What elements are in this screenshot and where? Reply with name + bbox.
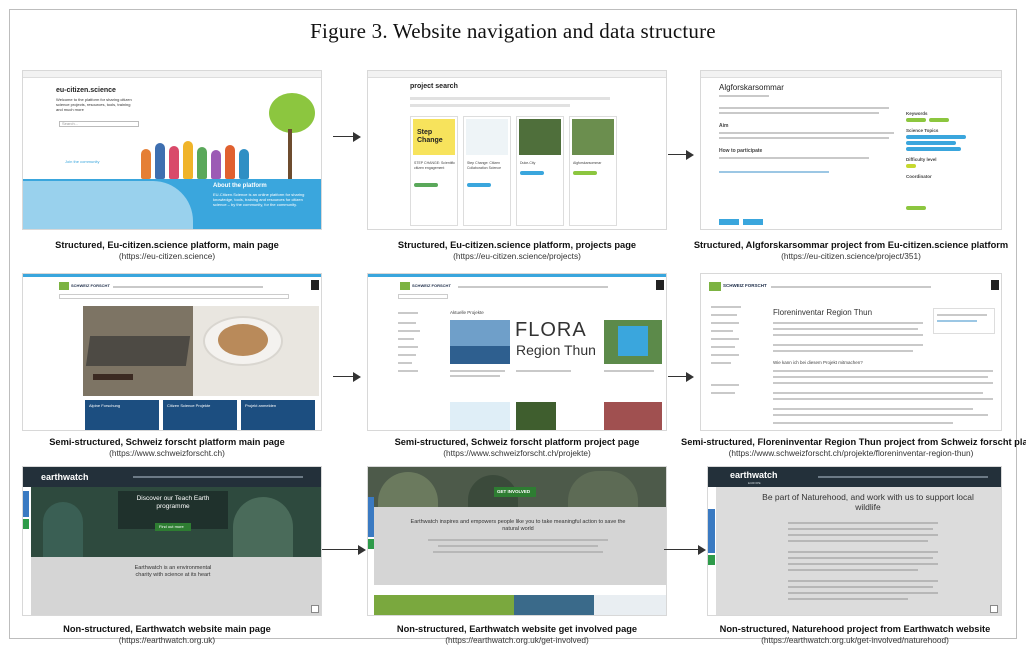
arrow-r3-b (664, 545, 706, 555)
ew-get-involved-body: Earthwatch inspires and empowers people … (410, 519, 626, 532)
eu-heading: Welcome to the platform for sharing citi… (56, 97, 132, 112)
caption-earthwatch-get-involved: Non-structured, Earthwatch website get i… (396, 624, 638, 645)
screenshot-earthwatch-main: earthwatch Discover our Teach Earth prog… (22, 466, 322, 616)
caption-naturehood: Non-structured, Naturehood project from … (719, 624, 991, 645)
screenshot-schweiz-forscht-main: SCHWEIZ FORSCHT Alpine Forschung Citizen… (22, 273, 322, 431)
flora-project-title: Floreninventar Region Thun (773, 308, 873, 317)
caption-schweiz-forscht-projects: Semi-structured, Schweiz forscht platfor… (394, 437, 640, 458)
eu-logo: eu-citizen.science (56, 87, 116, 94)
screenshot-eu-citizen-main: eu-citizen.science Welcome to the platfo… (22, 70, 322, 230)
caption-algforskarsommar: Structured, Algforskarsommar project fro… (693, 240, 1009, 261)
card-step-change-title: Step Change (417, 129, 443, 144)
alg-title: Algforskarsommar (719, 83, 784, 92)
eu-search-hint: Search... (62, 121, 79, 126)
caption-earthwatch-main: Non-structured, Earthwatch website main … (63, 624, 271, 645)
screenshot-schweiz-forscht-projects: SCHWEIZ FORSCHT Aktuelle Projekte FLORA … (367, 273, 667, 431)
caption-schweiz-forscht-main: Semi-structured, Schweiz forscht platfor… (49, 437, 285, 458)
screenshot-algforskarsommar: Algforskarsommar Aim How to participate … (700, 70, 1002, 230)
caption-eu-citizen-projects: Structured, Eu-citizen.science platform,… (397, 240, 637, 261)
eu-about-text: EU-Citizen.Science is an online platform… (213, 192, 305, 207)
screenshot-earthwatch-get-involved: GET INVOLVED Earthwatch inspires and emp… (367, 466, 667, 616)
arrow-r3-a (322, 545, 366, 555)
arrow-r2-a (333, 372, 361, 382)
arrow-r1-b (668, 150, 694, 160)
arrow-r1-a (333, 132, 361, 142)
screenshot-naturehood: earthwatch EUROPE Be part of Naturehood,… (707, 466, 1002, 616)
caption-eu-citizen-main: Structured, Eu-citizen.science platform,… (55, 240, 279, 261)
ew-hero-text: Discover our Teach Earth programme (136, 495, 210, 510)
ew-main-body: Earthwatch is an environmental charity w… (134, 565, 212, 578)
screenshot-floreninventar: SCHWEIZ FORSCHT Floreninventar Region Th… (700, 273, 1002, 431)
ew-logo: earthwatch (41, 472, 89, 482)
eu-projects-heading: project search (410, 83, 458, 90)
sf-logo: SCHWEIZ FORSCHT (71, 283, 110, 288)
eu-cta[interactable]: Join the community (65, 159, 99, 164)
eu-about-heading: About the platform (213, 183, 267, 189)
screenshot-eu-citizen-projects: project search Step Change STEP CHANGE: … (367, 70, 667, 230)
caption-floreninventar: Semi-structured, Floreninventar Region T… (681, 437, 1026, 458)
arrow-r2-b (668, 372, 694, 382)
naturehood-heading: Be part of Naturehood, and work with us … (762, 492, 974, 512)
figure-title: Figure 3. Website navigation and data st… (310, 19, 716, 43)
flora-banner: FLORA (515, 319, 587, 341)
sf-projects-heading: Aktuelle Projekte (450, 310, 484, 315)
